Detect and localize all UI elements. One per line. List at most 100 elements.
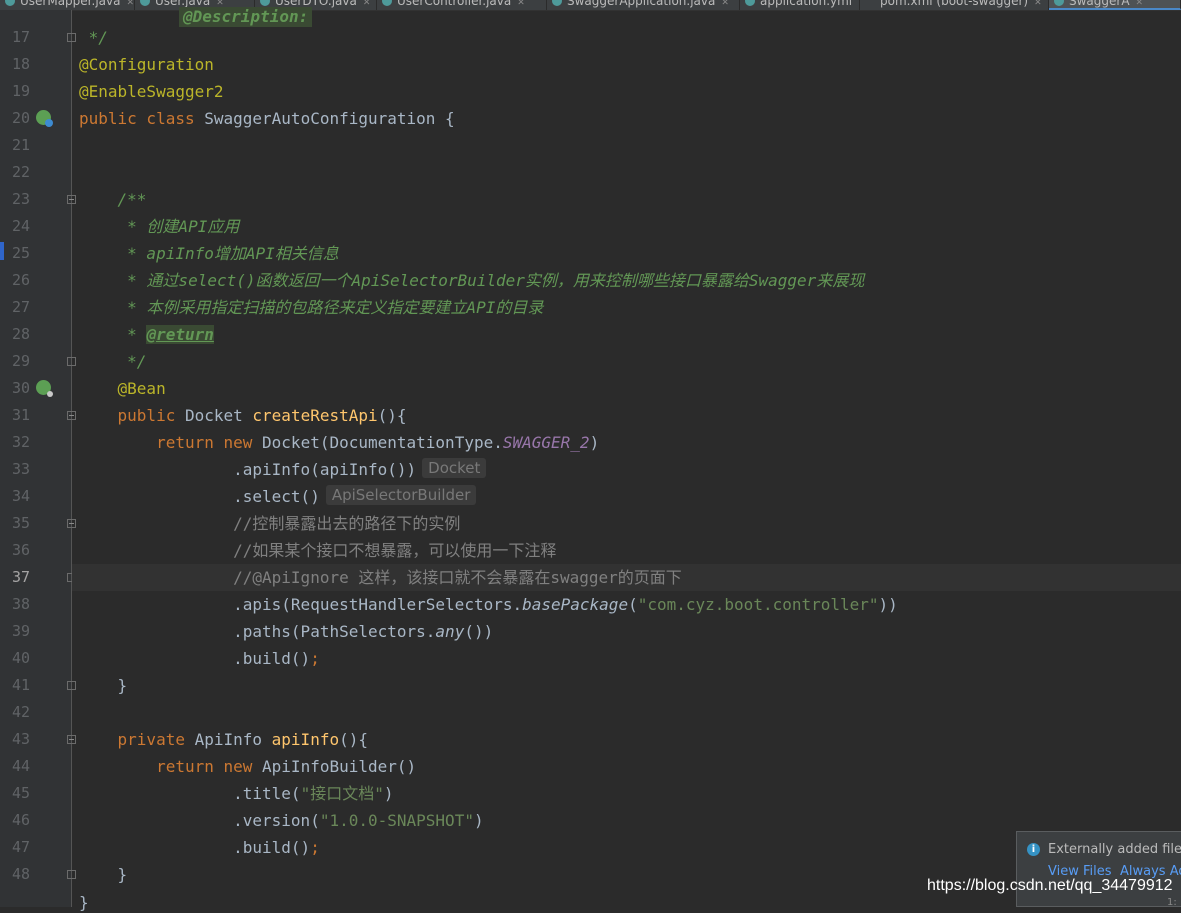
code-token: .build()	[79, 838, 311, 857]
code-token: )	[383, 784, 394, 803]
close-icon[interactable]: ✕	[721, 0, 729, 8]
java-class-icon	[140, 0, 150, 6]
line-number: 26	[11, 271, 30, 289]
tab-usermapper-java[interactable]: UserMapper.java ✕	[0, 0, 135, 10]
close-icon[interactable]: ✕	[363, 0, 371, 8]
code-token: "1.0.0-SNAPSHOT"	[319, 811, 474, 830]
code-line[interactable]: }	[72, 672, 1181, 699]
tab-pom-xml-boot-swagger[interactable]: m pom.xml (boot-swagger) ✕	[860, 0, 1049, 10]
code-token: //控制暴露出去的路径下的实例	[79, 514, 461, 533]
code-line[interactable]: * 通过select()函数返回一个ApiSelectorBuilder实例，用…	[72, 267, 1181, 294]
code-line[interactable]: private ApiInfo apiInfo(){	[72, 726, 1181, 753]
close-icon[interactable]: ✕	[517, 0, 525, 8]
line-number: 17	[11, 28, 30, 46]
code-token: * 创建API应用	[79, 217, 240, 236]
line-number: 33	[11, 460, 30, 478]
code-line[interactable]: public Docket createRestApi(){	[72, 402, 1181, 429]
code-text: }	[79, 672, 128, 699]
code-text: .version("1.0.0-SNAPSHOT")	[79, 807, 483, 834]
line-number: 47	[11, 838, 30, 856]
spring-bean-icon[interactable]	[36, 380, 53, 397]
tab-swaggerapplication-java[interactable]: SwaggerApplication.java ✕	[547, 0, 740, 10]
code-token: /**	[79, 190, 147, 209]
code-line[interactable]: //控制暴露出去的路径下的实例	[72, 510, 1181, 537]
code-line[interactable]: .apiInfo(apiInfo()) Docket	[72, 456, 1181, 483]
code-line[interactable]: .title("接口文档")	[72, 780, 1181, 807]
code-line[interactable]: .paths(PathSelectors.any())	[72, 618, 1181, 645]
tab-usercontroller-java[interactable]: UserController.java ✕	[377, 0, 547, 10]
code-token: }	[79, 865, 128, 884]
code-line[interactable]: */	[72, 348, 1181, 375]
code-token: @Configuration	[79, 55, 214, 74]
java-class-icon	[5, 0, 15, 6]
maven-icon: m	[865, 0, 875, 2]
code-text: * 创建API应用	[79, 213, 239, 240]
code-token: "接口文档"	[300, 784, 384, 803]
code-line[interactable]: * apiInfo增加API相关信息	[72, 240, 1181, 267]
line-number: 23	[11, 190, 30, 208]
yml-file-icon	[745, 0, 755, 6]
close-icon[interactable]: ✕	[126, 0, 134, 8]
code-token: (	[628, 595, 638, 614]
code-line[interactable]: @Configuration	[72, 51, 1181, 78]
code-line[interactable]: //如果某个接口不想暴露，可以使用一下注释	[72, 537, 1181, 564]
line-number: 28	[11, 325, 30, 343]
code-token: @EnableSwagger2	[79, 82, 224, 101]
code-token: *	[79, 325, 147, 344]
line-number-gutter: 17 18 19 20 21 22 23 24 25 26 27 28 29 30 31 32 33 34 35 36…	[0, 10, 76, 907]
code-line[interactable]	[72, 159, 1181, 186]
code-token: .apis(RequestHandlerSelectors.	[79, 595, 523, 614]
code-line[interactable]: .version("1.0.0-SNAPSHOT")	[72, 807, 1181, 834]
code-line[interactable]: .build();	[72, 834, 1181, 861]
code-line[interactable]: */	[72, 24, 1181, 51]
line-number: 43	[11, 730, 30, 748]
code-line[interactable]: @Bean	[72, 375, 1181, 402]
code-token: }	[79, 676, 128, 695]
tab-label: UserMapper.java	[20, 0, 121, 8]
code-token: ;	[310, 649, 320, 668]
code-token: "com.cyz.boot.controller"	[637, 595, 879, 614]
code-line[interactable]	[72, 699, 1181, 726]
inlay-type-hint: Docket	[422, 458, 487, 478]
code-token: SWAGGER_2	[502, 433, 590, 452]
code-text: * apiInfo增加API相关信息	[79, 240, 339, 267]
code-line[interactable]: return new Docket(DocumentationType.SWAG…	[72, 429, 1181, 456]
spring-config-icon[interactable]	[36, 110, 53, 127]
close-icon[interactable]: ✕	[1136, 0, 1144, 8]
code-line[interactable]: .select() ApiSelectorBuilder	[72, 483, 1181, 510]
code-editor[interactable]: @Description: */@Configuration @EnableSwa…	[72, 7, 1181, 907]
line-number: 25	[11, 244, 30, 262]
code-line[interactable]: * 本例采用指定扫描的包路径来定义指定要建立API的目录	[72, 294, 1181, 321]
tab-swaggera[interactable]: SwaggerA ✕	[1049, 0, 1181, 10]
notification-balloon[interactable]: i Externally added files c View Files Al…	[1016, 831, 1181, 907]
code-text: public class SwaggerAutoConfiguration {	[79, 105, 455, 132]
code-line[interactable]: /**	[72, 186, 1181, 213]
tab-label: pom.xml (boot-swagger)	[880, 0, 1029, 8]
code-token: .apiInfo(apiInfo())	[79, 460, 417, 479]
close-icon[interactable]: ✕	[1034, 0, 1042, 8]
code-token: ())	[464, 622, 494, 641]
java-class-icon	[552, 0, 562, 6]
line-number: 39	[11, 622, 30, 640]
code-token: ;	[310, 838, 320, 857]
code-line[interactable]: @EnableSwagger2	[72, 78, 1181, 105]
code-line[interactable]: * 创建API应用	[72, 213, 1181, 240]
code-line[interactable]: * @return	[72, 321, 1181, 348]
code-line[interactable]: .apis(RequestHandlerSelectors.basePackag…	[72, 591, 1181, 618]
code-line[interactable]: //@ApiIgnore 这样，该接口就不会暴露在swagger的页面下	[72, 564, 1181, 591]
line-number: 36	[11, 541, 30, 559]
tab-label: SwaggerA	[1069, 0, 1130, 8]
code-line[interactable]: .build();	[72, 645, 1181, 672]
code-token: apiInfo	[271, 730, 340, 749]
code-text: .build();	[79, 834, 320, 861]
code-token: createRestApi	[252, 406, 378, 425]
code-line[interactable]: return new ApiInfoBuilder()	[72, 753, 1181, 780]
code-token: //@ApiIgnore 这样，该接口就不会暴露在swagger的页面下	[79, 568, 682, 587]
line-number: 40	[11, 649, 30, 667]
tab-application-yml[interactable]: application.yml✕	[740, 0, 860, 10]
tab-label: UserController.java	[397, 0, 512, 8]
code-line[interactable]	[72, 132, 1181, 159]
code-line[interactable]: public class SwaggerAutoConfiguration {	[72, 105, 1181, 132]
